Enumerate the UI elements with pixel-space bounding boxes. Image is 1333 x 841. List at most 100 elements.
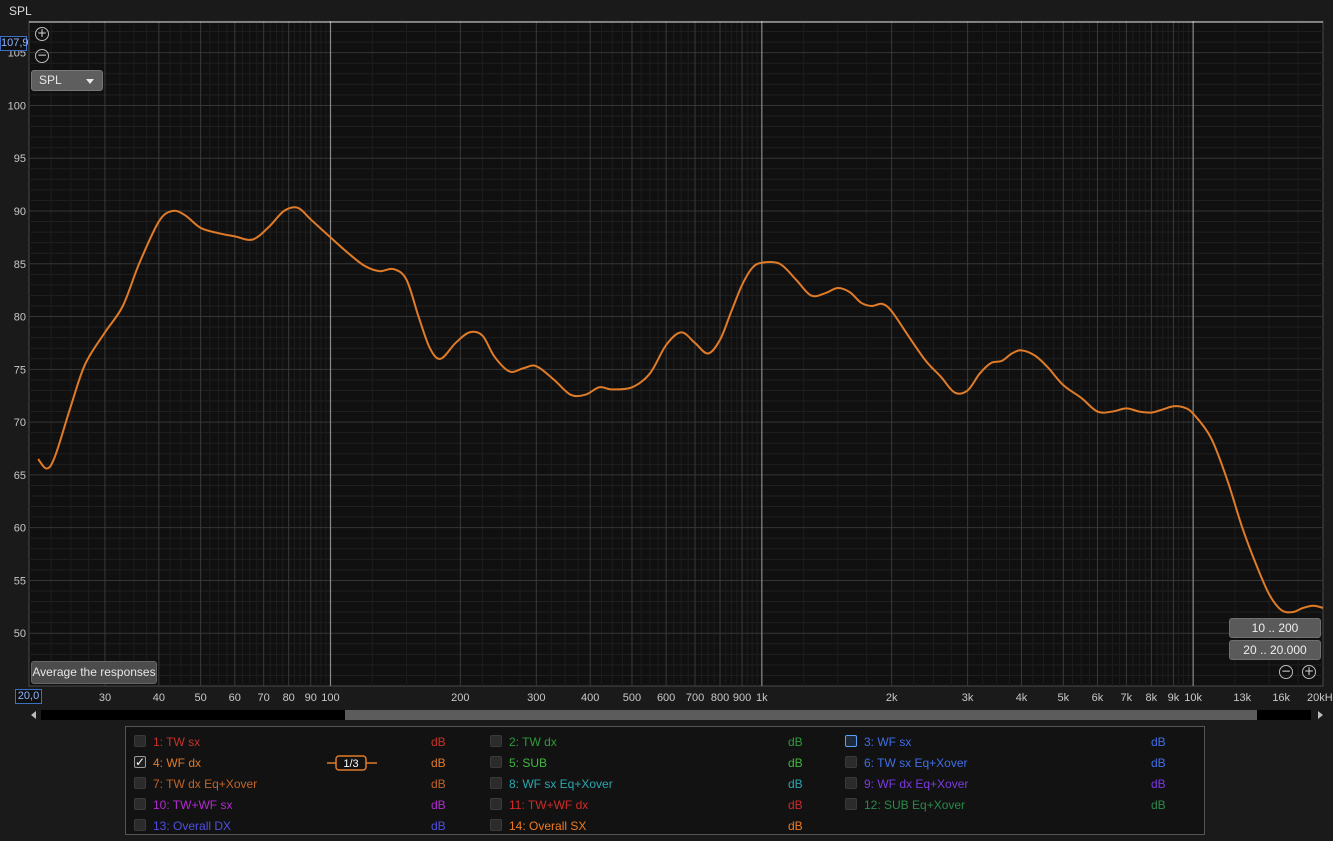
legend-checkbox[interactable] xyxy=(845,756,857,768)
zoom-in-icon[interactable]: + xyxy=(35,27,49,41)
x-tick-label: 600 xyxy=(657,692,675,704)
x-tick-label: 70 xyxy=(258,692,270,704)
legend-unit: dB xyxy=(431,735,446,749)
x-tick-label: 13k xyxy=(1233,692,1251,704)
legend-unit: dB xyxy=(788,777,803,791)
legend-label: 5: SUB xyxy=(509,756,548,770)
x-tick-label: 800 xyxy=(711,692,729,704)
legend-label: 13: Overall DX xyxy=(153,819,232,833)
y-tick-label: 50 xyxy=(14,628,26,640)
spl-chart[interactable]: 5055606570758085909510010530 40 50 60 70 80 90… xyxy=(0,0,1333,708)
legend-checkbox[interactable] xyxy=(845,798,857,810)
legend-item[interactable]: ✓ 4: WF dx dB xyxy=(134,754,474,772)
legend-label: 1: TW sx xyxy=(153,735,201,749)
y-tick-label: 85 xyxy=(14,259,26,271)
legend-label: 4: WF dx xyxy=(153,756,202,770)
x-tick-label: 500 xyxy=(623,692,641,704)
x-min-input[interactable]: 20,0 xyxy=(15,689,42,704)
horizontal-scrollbar[interactable] xyxy=(29,709,1325,721)
legend-label: 7: TW dx Eq+Xover xyxy=(153,777,258,791)
y-tick-label: 55 xyxy=(14,575,26,587)
legend-checkbox[interactable] xyxy=(134,819,146,831)
legend-item[interactable]: 6: TW sx Eq+Xover dB xyxy=(845,754,1185,772)
x-tick-label: 400 xyxy=(581,692,599,704)
x-tick-label: 900 xyxy=(733,692,751,704)
legend-item[interactable]: 12: SUB Eq+Xover dB xyxy=(845,796,1185,814)
legend-checkbox[interactable] xyxy=(490,819,502,831)
legend-label: 2: TW dx xyxy=(509,735,557,749)
legend-item[interactable]: 10: TW+WF sx dB xyxy=(134,796,474,814)
legend-checkbox[interactable] xyxy=(134,735,146,747)
legend-checkbox[interactable] xyxy=(490,798,502,810)
y-tick-label: 65 xyxy=(14,470,26,482)
legend-item[interactable]: 9: WF dx Eq+Xover dB xyxy=(845,775,1185,793)
legend-unit: dB xyxy=(788,756,803,770)
x-tick-label: 100 xyxy=(321,692,339,704)
x-tick-label: 6k xyxy=(1092,692,1104,704)
scroll-left-icon[interactable] xyxy=(31,711,36,719)
x-tick-label: 300 xyxy=(527,692,545,704)
average-responses-button[interactable]: Average the responses xyxy=(31,661,157,684)
legend-unit: dB xyxy=(788,735,803,749)
legend-checkbox[interactable] xyxy=(490,756,502,768)
legend-item[interactable]: 8: WF sx Eq+Xover dB xyxy=(490,775,830,793)
legend-item[interactable]: 2: TW dx dB xyxy=(490,733,830,751)
legend-item[interactable]: 7: TW dx Eq+Xover dB xyxy=(134,775,474,793)
x-zoom-in-icon[interactable]: + xyxy=(1302,665,1316,679)
x-tick-label: 4k xyxy=(1016,692,1028,704)
legend-label: 12: SUB Eq+Xover xyxy=(864,798,966,812)
legend-unit: dB xyxy=(788,819,803,833)
legend-checkbox[interactable] xyxy=(845,777,857,789)
x-tick-label: 700 xyxy=(686,692,704,704)
legend-item[interactable]: 5: SUB dB xyxy=(490,754,830,772)
chevron-down-icon xyxy=(86,79,94,84)
legend-unit: dB xyxy=(1151,777,1166,791)
legend-checkbox[interactable] xyxy=(490,777,502,789)
x-tick-label: 90 xyxy=(305,692,317,704)
legend-checkbox[interactable]: ✓ xyxy=(134,756,146,768)
legend-item[interactable]: 3: WF sx dB xyxy=(845,733,1185,751)
legend-label: 14: Overall SX xyxy=(509,819,587,833)
y-max-input[interactable]: 107,9 xyxy=(0,36,29,51)
legend-panel: 1/3 1: TW sx dB 2: TW dx dB 3: WF sx dB ✓ 4: WF… xyxy=(125,726,1205,835)
x-tick-label: 3k xyxy=(962,692,974,704)
legend-unit: dB xyxy=(431,756,446,770)
legend-unit: dB xyxy=(431,819,446,833)
legend-label: 8: WF sx Eq+Xover xyxy=(509,777,613,791)
range-10-200-button[interactable]: 10 .. 200 xyxy=(1229,618,1321,638)
legend-item[interactable]: 1: TW sx dB xyxy=(134,733,474,751)
legend-label: 9: WF dx Eq+Xover xyxy=(864,777,969,791)
legend-checkbox[interactable] xyxy=(134,777,146,789)
zoom-out-icon[interactable]: − xyxy=(35,49,49,63)
x-tick-label: 80 xyxy=(283,692,295,704)
legend-checkbox[interactable] xyxy=(134,798,146,810)
x-tick-label: 50 xyxy=(195,692,207,704)
scroll-thumb[interactable] xyxy=(345,710,1257,720)
x-tick-label: 30 xyxy=(99,692,111,704)
legend-unit: dB xyxy=(431,798,446,812)
legend-item[interactable]: 14: Overall SX dB xyxy=(490,817,830,835)
y-tick-label: 80 xyxy=(14,312,26,324)
legend-label: 10: TW+WF sx xyxy=(153,798,233,812)
range-20-20000-button[interactable]: 20 .. 20.000 xyxy=(1229,640,1321,660)
legend-label: 6: TW sx Eq+Xover xyxy=(864,756,968,770)
x-zoom-out-icon[interactable]: − xyxy=(1279,665,1293,679)
x-tick-label: 2k xyxy=(886,692,898,704)
y-tick-label: 75 xyxy=(14,364,26,376)
measurement-select[interactable]: SPL xyxy=(31,70,103,91)
x-tick-label: 40 xyxy=(153,692,165,704)
legend-checkbox[interactable] xyxy=(490,735,502,747)
legend-item[interactable]: 13: Overall DX dB xyxy=(134,817,474,835)
scroll-right-icon[interactable] xyxy=(1318,711,1323,719)
x-tick-label: 60 xyxy=(229,692,241,704)
legend-unit: dB xyxy=(1151,735,1166,749)
x-tick-label: 1k xyxy=(756,692,768,704)
legend-item[interactable]: 11: TW+WF dx dB xyxy=(490,796,830,814)
x-tick-label: 9k xyxy=(1168,692,1180,704)
x-tick-label: 8k xyxy=(1146,692,1158,704)
y-tick-label: 90 xyxy=(14,206,26,218)
legend-checkbox[interactable] xyxy=(845,735,857,747)
x-tick-label: 20kHz xyxy=(1307,692,1333,704)
x-tick-label: 10k xyxy=(1184,692,1202,704)
measurement-select-value: SPL xyxy=(39,73,62,87)
